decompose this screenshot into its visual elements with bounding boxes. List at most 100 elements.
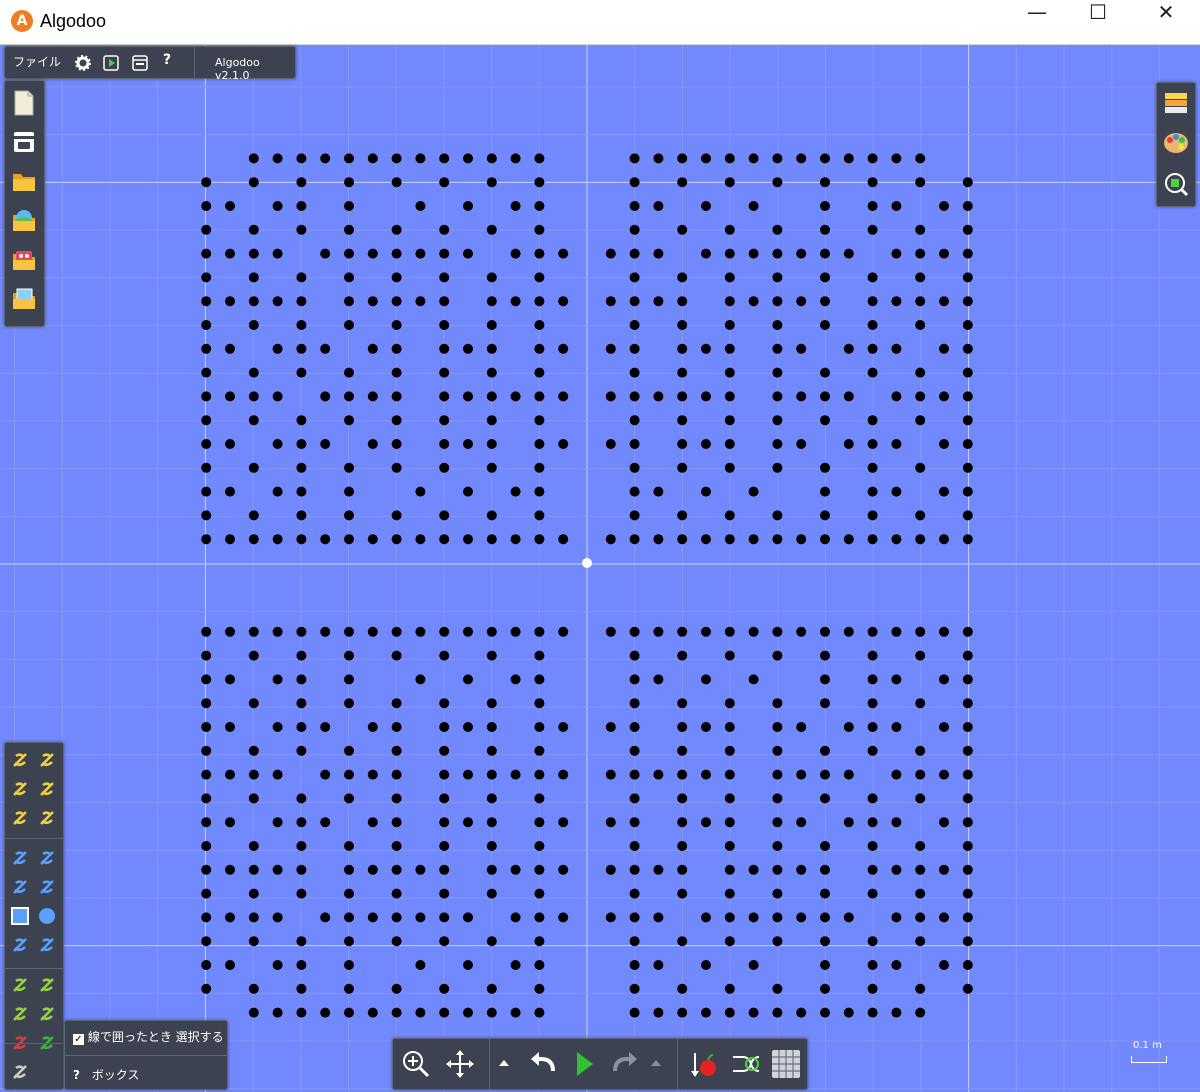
- ball-bl[interactable]: [463, 960, 473, 970]
- ball-tr[interactable]: [867, 367, 878, 378]
- ball-tr[interactable]: [748, 486, 759, 497]
- ball-bl[interactable]: [225, 769, 235, 780]
- ball-br[interactable]: [891, 674, 902, 685]
- ball-tr[interactable]: [939, 248, 949, 259]
- ball-tl[interactable]: [415, 153, 426, 164]
- ball-tr[interactable]: [677, 153, 688, 164]
- ball-bl[interactable]: [439, 769, 450, 780]
- ball-br[interactable]: [677, 888, 688, 899]
- ball-bl[interactable]: [344, 1007, 354, 1018]
- ball-br[interactable]: [677, 864, 688, 875]
- ball-bl[interactable]: [272, 722, 283, 732]
- ball-br[interactable]: [724, 983, 735, 994]
- ball-tr[interactable]: [724, 415, 735, 426]
- ball-tl[interactable]: [320, 534, 331, 545]
- ball-bl[interactable]: [248, 769, 259, 780]
- ball-bl[interactable]: [225, 817, 235, 828]
- ball-br[interactable]: [796, 912, 807, 923]
- ball-br[interactable]: [629, 769, 640, 780]
- ball-tl[interactable]: [201, 224, 212, 235]
- close-button[interactable]: ✕: [1143, 0, 1189, 44]
- ball-bl[interactable]: [225, 722, 235, 732]
- tracer-tool-icon[interactable]: [38, 1005, 56, 1023]
- ball-tl[interactable]: [248, 224, 259, 235]
- ball-bl[interactable]: [367, 1007, 378, 1018]
- ball-br[interactable]: [820, 698, 830, 709]
- ball-br[interactable]: [820, 912, 830, 923]
- ball-br[interactable]: [820, 674, 830, 685]
- ball-br[interactable]: [891, 817, 902, 828]
- ball-tr[interactable]: [820, 153, 830, 164]
- ball-br[interactable]: [653, 864, 664, 875]
- ball-bl[interactable]: [201, 674, 212, 685]
- ball-bl[interactable]: [391, 841, 402, 851]
- ball-tl[interactable]: [201, 510, 212, 521]
- ball-tr[interactable]: [939, 486, 949, 497]
- ball-tl[interactable]: [415, 534, 426, 545]
- ball-bl[interactable]: [391, 745, 402, 756]
- ball-tr[interactable]: [796, 534, 807, 545]
- ball-tr[interactable]: [867, 201, 878, 211]
- ball-bl[interactable]: [272, 817, 283, 828]
- ball-tl[interactable]: [272, 534, 283, 545]
- ball-tl[interactable]: [201, 534, 212, 545]
- ball-tl[interactable]: [534, 272, 545, 283]
- ball-tl[interactable]: [201, 177, 212, 188]
- ball-br[interactable]: [820, 650, 830, 661]
- ball-tl[interactable]: [486, 439, 497, 449]
- ball-br[interactable]: [677, 650, 688, 661]
- ball-tl[interactable]: [439, 415, 450, 426]
- ball-tr[interactable]: [748, 296, 759, 307]
- ball-br[interactable]: [772, 817, 783, 828]
- ball-tl[interactable]: [296, 415, 307, 426]
- ball-bl[interactable]: [439, 1007, 450, 1018]
- ball-tl[interactable]: [367, 296, 378, 307]
- ball-bl[interactable]: [320, 817, 331, 828]
- ball-bl[interactable]: [534, 960, 545, 970]
- ball-tr[interactable]: [629, 153, 640, 164]
- ball-bl[interactable]: [225, 626, 235, 637]
- ball-bl[interactable]: [391, 626, 402, 637]
- ball-tl[interactable]: [391, 320, 402, 330]
- ball-tr[interactable]: [962, 320, 973, 330]
- ball-bl[interactable]: [367, 722, 378, 732]
- ball-tr[interactable]: [677, 462, 688, 473]
- open-image-icon[interactable]: [11, 284, 37, 312]
- ball-bl[interactable]: [296, 793, 307, 804]
- ball-bl[interactable]: [225, 674, 235, 685]
- ball-bl[interactable]: [248, 650, 259, 661]
- ball-bl[interactable]: [534, 626, 545, 637]
- ball-br[interactable]: [748, 864, 759, 875]
- ball-bl[interactable]: [391, 817, 402, 828]
- ball-br[interactable]: [915, 841, 926, 851]
- ball-tr[interactable]: [796, 343, 807, 354]
- ball-tr[interactable]: [677, 320, 688, 330]
- ball-br[interactable]: [891, 1007, 902, 1018]
- ball-tr[interactable]: [891, 439, 902, 449]
- ball-tr[interactable]: [629, 296, 640, 307]
- ball-tl[interactable]: [486, 415, 497, 426]
- ball-br[interactable]: [962, 626, 973, 637]
- ball-bl[interactable]: [344, 769, 354, 780]
- ball-tl[interactable]: [439, 320, 450, 330]
- ball-br[interactable]: [724, 1007, 735, 1018]
- ball-bl[interactable]: [463, 1007, 473, 1018]
- ball-tl[interactable]: [415, 296, 426, 307]
- ball-tl[interactable]: [344, 272, 354, 283]
- ball-bl[interactable]: [486, 841, 497, 851]
- ball-br[interactable]: [629, 864, 640, 875]
- ball-tl[interactable]: [534, 177, 545, 188]
- ball-tl[interactable]: [439, 153, 450, 164]
- ball-tl[interactable]: [391, 510, 402, 521]
- ball-tl[interactable]: [486, 320, 497, 330]
- ball-tr[interactable]: [915, 153, 926, 164]
- ball-tl[interactable]: [415, 486, 426, 497]
- ball-bl[interactable]: [534, 698, 545, 709]
- move-tool-icon[interactable]: [11, 780, 29, 798]
- ball-br[interactable]: [820, 936, 830, 947]
- ball-tl[interactable]: [439, 224, 450, 235]
- ball-tl[interactable]: [248, 367, 259, 378]
- gravity-icon[interactable]: [689, 1049, 719, 1079]
- ball-tr[interactable]: [772, 177, 783, 188]
- ball-br[interactable]: [748, 674, 759, 685]
